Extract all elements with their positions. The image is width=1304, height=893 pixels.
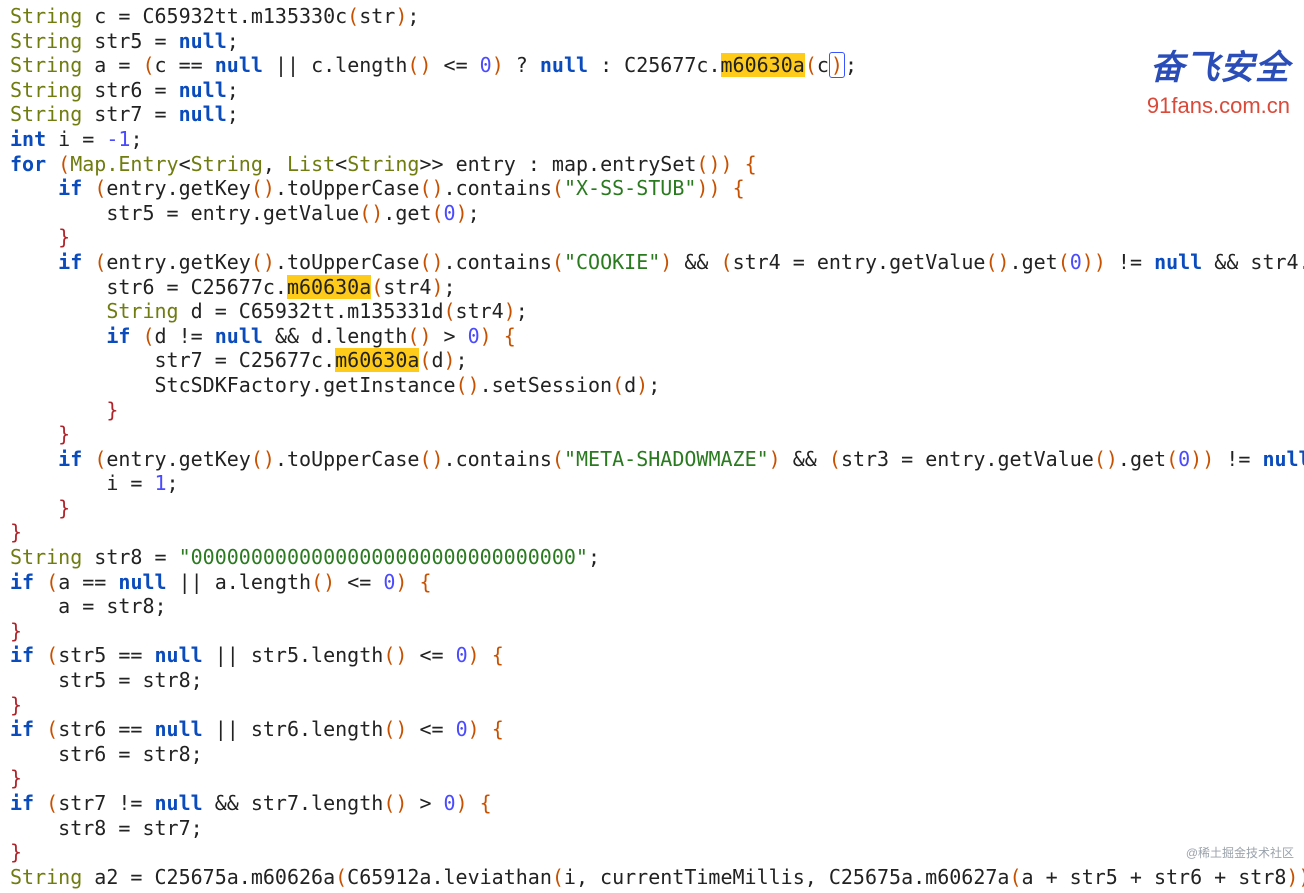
bottom-watermark: @稀土掘金技术社区 (1186, 844, 1294, 861)
caret-position: ) (829, 52, 845, 78)
watermark-logo: 奋飞安全 91fans.com.cn (1147, 40, 1290, 119)
highlight-m60630a-1: m60630a (721, 53, 805, 77)
watermark-url: 91fans.com.cn (1147, 93, 1290, 119)
highlight-m60630a-3: m60630a (335, 348, 419, 372)
watermark-brand: 奋飞安全 (1147, 40, 1290, 89)
highlight-m60630a-2: m60630a (287, 275, 371, 299)
code-block: String c = C65932tt.m135330c(str); Strin… (10, 4, 1304, 889)
